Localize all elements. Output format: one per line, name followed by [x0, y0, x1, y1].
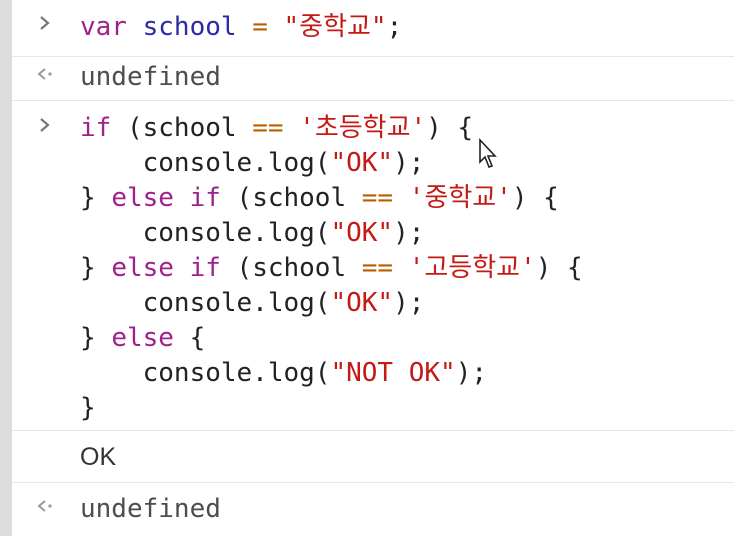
plain-token: ); — [393, 218, 425, 248]
code-line-6: console.log("OK"); — [80, 288, 425, 318]
result-value: undefined — [80, 494, 221, 524]
console-gutter — [0, 0, 12, 536]
console-result-entry: undefined — [12, 56, 734, 101]
code-line-9: } — [80, 393, 96, 423]
punctuation-token: ; — [386, 12, 403, 42]
plain-token: console.log( — [80, 288, 331, 318]
plain-token: (school — [111, 113, 253, 143]
return-arrow-icon — [36, 496, 54, 522]
operator-token: == — [361, 253, 394, 283]
operator-token: == — [361, 183, 394, 213]
code-line-8: console.log("NOT OK"); — [80, 358, 487, 388]
code-line-1: if (school == '초등학교') { — [80, 113, 473, 143]
plain-token: (school — [220, 183, 362, 213]
plain-token: ) { — [426, 113, 474, 143]
plain-token: console.log( — [80, 148, 331, 178]
keyword-token: var — [80, 12, 127, 42]
plain-token: ); — [455, 358, 487, 388]
string-token: "OK" — [330, 218, 394, 248]
string-token: "NOT OK" — [330, 358, 456, 388]
code-line-3: } else if (school == '중학교') { — [80, 183, 559, 213]
plain-token: ); — [393, 148, 425, 178]
keyword-token: else if — [111, 183, 221, 213]
plain-token: { — [173, 323, 206, 353]
plain-token: } — [80, 393, 96, 423]
keyword-token: if — [80, 113, 112, 143]
plain-token: ) { — [511, 183, 559, 213]
plain-token: (school — [220, 253, 362, 283]
console-input-entry[interactable]: var school = "중학교"; — [12, 0, 734, 57]
chevron-right-icon — [38, 13, 52, 39]
string-token: '고등학교' — [408, 253, 536, 283]
keyword-token: else — [111, 323, 174, 353]
plain-token: } — [80, 253, 112, 283]
string-token: '중학교' — [408, 183, 512, 213]
code-line-5: } else if (school == '고등학교') { — [80, 253, 583, 283]
plain-token: console.log( — [80, 218, 331, 248]
plain-token: ) { — [535, 253, 583, 283]
console-log-output: OK — [12, 430, 734, 483]
string-token: "중학교" — [283, 12, 387, 42]
variable-token: school — [142, 12, 237, 42]
string-token: '초등학교' — [299, 113, 427, 143]
keyword-token: else if — [111, 253, 221, 283]
code-line-4: console.log("OK"); — [80, 218, 425, 248]
code-line: var school = "중학교"; — [80, 12, 402, 42]
operator-token: = — [252, 12, 268, 42]
operator-token: == — [252, 113, 284, 143]
plain-token: console.log( — [80, 358, 331, 388]
string-token: "OK" — [330, 148, 394, 178]
console-input-entry[interactable]: if (school == '초등학교') { console.log("OK"… — [12, 100, 734, 431]
code-line-2: console.log("OK"); — [80, 148, 425, 178]
mouse-pointer-icon — [478, 137, 500, 177]
plain-token: } — [80, 323, 112, 353]
plain-token: } — [80, 183, 112, 213]
code-line-7: } else { — [80, 323, 205, 353]
string-token: "OK" — [330, 288, 394, 318]
devtools-console: var school = "중학교"; undefined if (school… — [0, 0, 734, 536]
return-arrow-icon — [36, 64, 54, 90]
plain-token: ); — [393, 288, 425, 318]
log-message: OK — [80, 443, 117, 471]
chevron-right-icon — [38, 115, 52, 141]
console-result-entry: undefined — [12, 482, 734, 536]
result-value: undefined — [80, 62, 221, 92]
